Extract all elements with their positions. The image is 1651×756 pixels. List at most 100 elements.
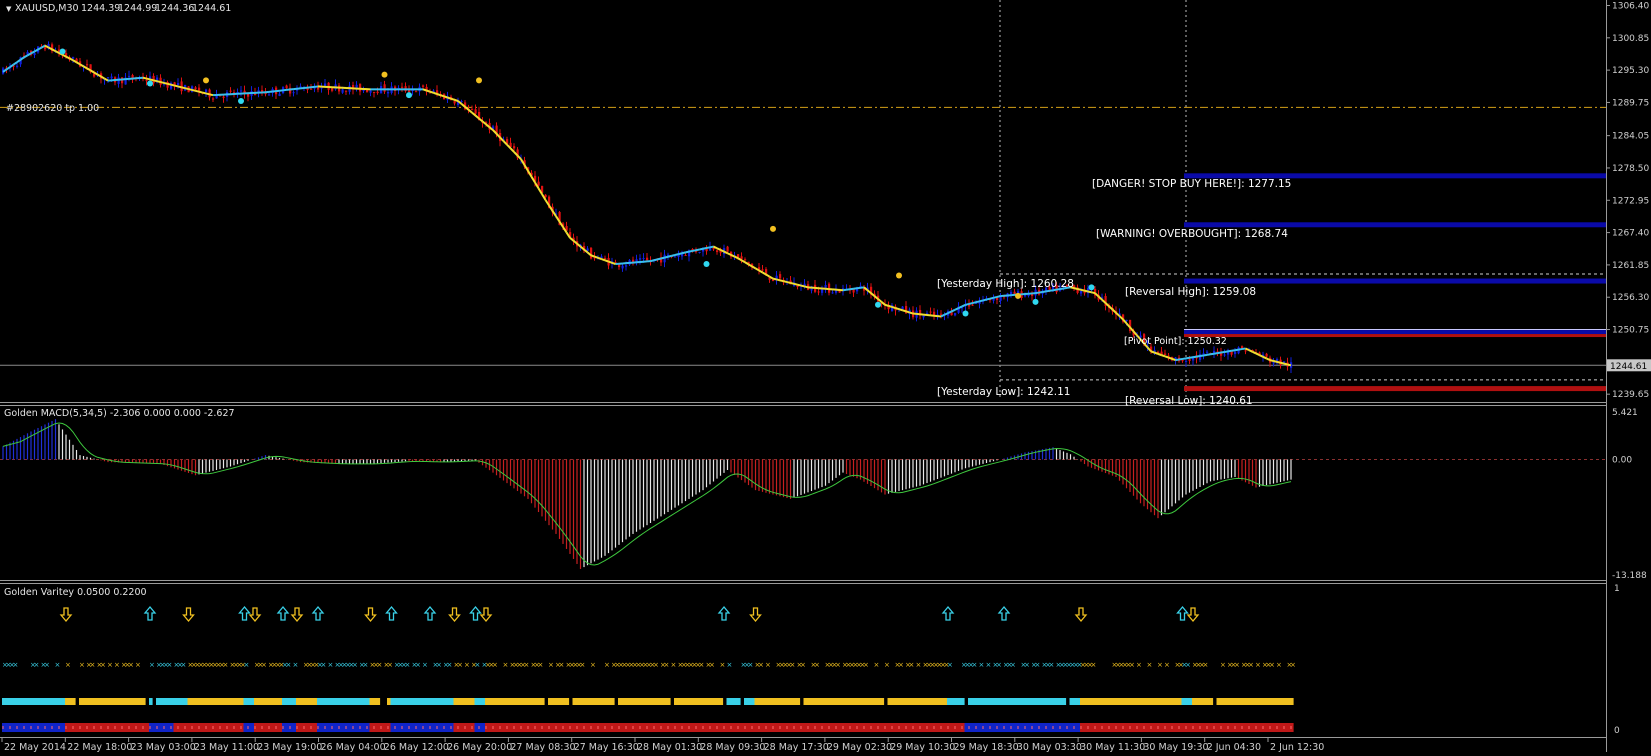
signal-cross-mark: ×	[405, 661, 411, 669]
signal-bottom-dot	[254, 726, 256, 729]
signal-band-cell	[1003, 698, 1007, 705]
signal-band-cell	[1056, 698, 1060, 705]
signal-bottom-dot	[205, 726, 207, 729]
trend-line-segment	[185, 88, 189, 89]
signal-cross-mark: ×	[986, 661, 992, 669]
trend-line-segment	[1274, 361, 1278, 362]
signal-band-cell	[377, 698, 381, 705]
signal-cross-mark: ×	[1185, 661, 1191, 669]
signal-bottom-dot	[128, 726, 130, 729]
signal-cross-mark: ×	[664, 661, 670, 669]
time-tick-label: 26 May 12:00	[384, 742, 449, 752]
signal-bottom-cell	[447, 723, 451, 732]
signal-bottom-cell	[230, 723, 234, 732]
signal-band-cell	[27, 698, 31, 705]
signal-bottom-dot	[653, 726, 655, 729]
swing-marker	[203, 77, 209, 83]
signal-bottom-cell	[111, 723, 115, 732]
swing-marker	[1015, 293, 1021, 299]
signal-band-cell	[867, 698, 871, 705]
macd-tick-label: 5.421	[1612, 408, 1638, 418]
signal-bottom-cell	[503, 723, 507, 732]
signal-cross-mark: ×	[415, 661, 421, 669]
swing-marker	[875, 302, 881, 308]
signal-bottom-dot	[926, 726, 928, 729]
signal-band-cell	[314, 698, 318, 705]
candle-body	[146, 80, 148, 81]
signal-band-cell	[6, 698, 10, 705]
time-tick-label: 22 May 2014	[4, 742, 66, 752]
signal-band-cell	[226, 698, 230, 705]
signal-band-cell	[1147, 698, 1151, 705]
signal-band-cell	[1185, 698, 1189, 705]
signal-bottom-dot	[758, 726, 760, 729]
signal-bottom-dot	[149, 726, 151, 729]
signal-bottom-cell	[1056, 723, 1060, 732]
signal-bottom-cell	[167, 723, 171, 732]
trend-line-segment	[661, 258, 665, 259]
signal-band-cell	[961, 698, 965, 705]
trend-line-segment	[157, 81, 161, 82]
signal-bottom-dot	[835, 726, 837, 729]
signal-band-cell	[272, 698, 276, 705]
signal-cross-mark: ×	[1248, 661, 1254, 669]
time-tick-label: 2 Jun 04:30	[1207, 742, 1261, 752]
collapse-arrow-icon[interactable]: ▼	[6, 5, 12, 13]
signal-band-cell	[646, 698, 650, 705]
signal-band-cell	[583, 698, 587, 705]
signal-band-cell	[482, 698, 486, 705]
signal-cross-mark: ×	[464, 661, 470, 669]
signal-cross-mark: ×	[244, 661, 250, 669]
signal-band-cell	[163, 698, 167, 705]
signal-band-cell	[842, 698, 846, 705]
signal-band-cell	[1129, 698, 1133, 705]
signal-bottom-cell	[804, 723, 808, 732]
signal-band-cell	[478, 698, 482, 705]
trend-line-segment	[672, 255, 676, 256]
signal-band-cell	[128, 698, 132, 705]
signal-band-cell	[202, 698, 206, 705]
trend-line-segment	[1207, 354, 1211, 355]
signal-cross-mark: ×	[100, 661, 106, 669]
signal-bottom-cell	[1273, 723, 1277, 732]
mt4-chart-window[interactable]: ××××××××××××××××××××××××××××××××××××××××…	[0, 0, 1651, 752]
signal-band-cell	[1031, 698, 1035, 705]
time-tick-label: 28 May 17:30	[764, 742, 829, 752]
signal-bottom-cell	[937, 723, 941, 732]
signal-bottom-cell	[888, 723, 892, 732]
reversal-low-label: [Reversal Low]: 1240.61	[1125, 395, 1253, 407]
signal-bottom-cell	[615, 723, 619, 732]
signal-band-cell	[958, 698, 962, 705]
signal-band-cell	[177, 698, 181, 705]
signal-bottom-dot	[184, 726, 186, 729]
signal-band-cell	[1007, 698, 1011, 705]
signal-cross-mark: ×	[1164, 661, 1170, 669]
signal-band-cell	[846, 698, 850, 705]
yesterday-high-label: [Yesterday High]: 1260.28	[937, 278, 1074, 290]
trend-line-segment	[602, 259, 606, 260]
signal-bottom-dot	[1080, 726, 1082, 729]
signal-band-cell	[1049, 698, 1053, 705]
signal-cross-mark: ×	[492, 661, 498, 669]
signal-band-cell	[1150, 698, 1154, 705]
signal-band-cell	[709, 698, 713, 705]
signal-bottom-dot	[23, 726, 25, 729]
signal-bottom-cell	[237, 723, 241, 732]
candle-body	[779, 274, 781, 278]
signal-bottom-dot	[415, 726, 417, 729]
signal-cross-mark: ×	[1035, 661, 1041, 669]
signal-cross-mark: ×	[223, 661, 229, 669]
signal-bottom-cell	[713, 723, 717, 732]
signal-cross-mark: ×	[863, 661, 869, 669]
signal-band-cell	[237, 698, 241, 705]
signal-cross-mark: ×	[377, 661, 383, 669]
signal-bottom-cell	[594, 723, 598, 732]
candle-body	[1185, 361, 1187, 362]
signal-bottom-cell	[1098, 723, 1102, 732]
signal-bottom-cell	[1070, 723, 1074, 732]
signal-bottom-dot	[464, 726, 466, 729]
signal-bottom-dot	[1241, 726, 1243, 729]
trend-line-segment	[1284, 364, 1288, 365]
signal-band-cell	[699, 698, 703, 705]
signal-band-cell	[1094, 698, 1098, 705]
